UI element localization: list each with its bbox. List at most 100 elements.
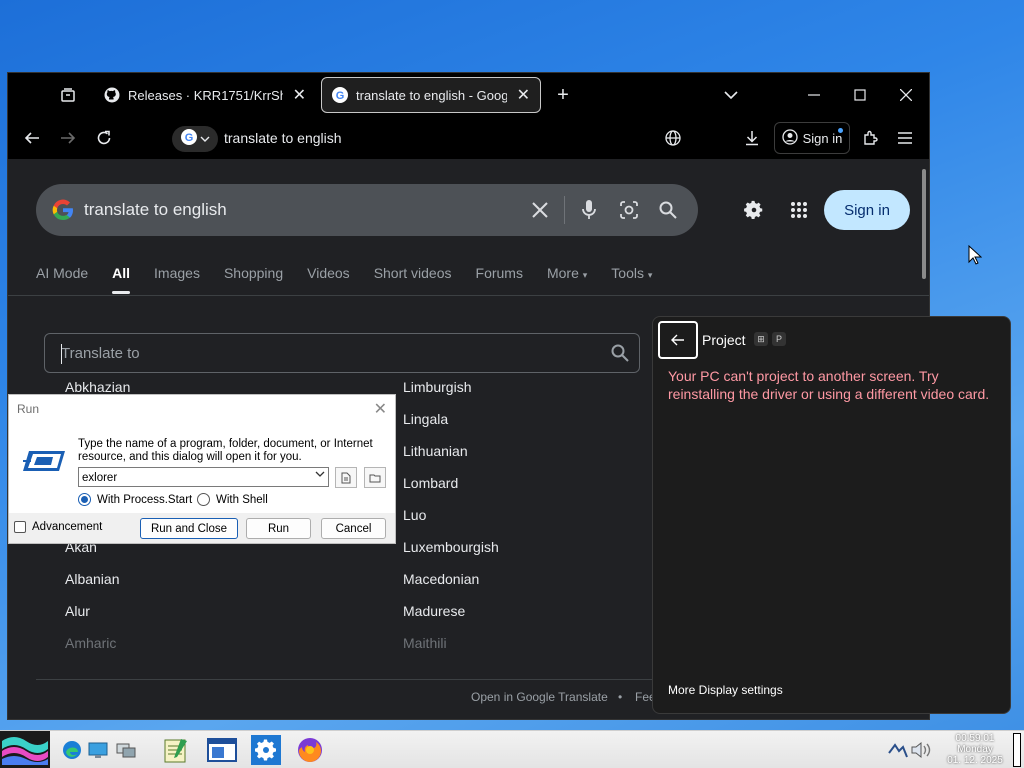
- address-bar[interactable]: translate to english: [224, 130, 342, 146]
- folder-icon[interactable]: [364, 467, 386, 488]
- translate-to-field[interactable]: [44, 333, 640, 373]
- tab-list-chevron-icon[interactable]: [716, 81, 746, 109]
- close-window-icon[interactable]: [891, 81, 921, 109]
- tab-releases[interactable]: Releases · KRR1751/KrrShell ✕: [94, 77, 316, 113]
- caret-down-icon: ▾: [647, 270, 653, 280]
- language-item[interactable]: Maithili: [403, 635, 447, 651]
- tab-forums[interactable]: Forums: [476, 265, 523, 295]
- run-and-close-button[interactable]: Run and Close: [140, 518, 238, 539]
- github-icon: [104, 87, 120, 103]
- radio-label: With Shell: [216, 493, 268, 506]
- open-field[interactable]: [78, 467, 329, 487]
- settings-icon[interactable]: [743, 199, 765, 226]
- back-icon[interactable]: [17, 123, 47, 153]
- google-signin-button[interactable]: Sign in: [824, 190, 910, 230]
- clear-icon[interactable]: [528, 198, 552, 222]
- language-item[interactable]: Lombard: [403, 475, 458, 491]
- tab-short-videos[interactable]: Short videos: [374, 265, 452, 295]
- network-icon[interactable]: [110, 734, 142, 766]
- lens-icon[interactable]: [617, 198, 641, 222]
- language-item[interactable]: Alur: [65, 603, 90, 619]
- tab-videos[interactable]: Videos: [307, 265, 350, 295]
- language-item[interactable]: Luo: [403, 507, 426, 523]
- browser-signin-button[interactable]: Sign in: [774, 122, 850, 154]
- language-item[interactable]: Lithuanian: [403, 443, 468, 459]
- search-query: translate to english: [84, 200, 227, 219]
- tab-all[interactable]: All: [112, 265, 130, 295]
- microphone-icon[interactable]: [577, 198, 601, 222]
- translate-page-icon[interactable]: [658, 123, 688, 153]
- language-item[interactable]: Luxembourgish: [403, 539, 499, 555]
- radio-button[interactable]: [197, 493, 210, 506]
- radio-button[interactable]: [78, 493, 91, 506]
- tab-images[interactable]: Images: [154, 265, 200, 295]
- language-item[interactable]: Madurese: [403, 603, 465, 619]
- download-icon[interactable]: [737, 123, 767, 153]
- cancel-button[interactable]: Cancel: [321, 518, 386, 539]
- account-icon: [781, 128, 798, 148]
- run-button[interactable]: Run: [246, 518, 311, 539]
- page-scrollbar[interactable]: [922, 169, 926, 279]
- more-display-settings-link[interactable]: More Display settings: [668, 683, 783, 697]
- language-item[interactable]: Albanian: [65, 571, 120, 587]
- mouse-cursor-icon: [968, 244, 983, 270]
- volume-icon[interactable]: [905, 734, 937, 766]
- run-description: Type the name of a program, folder, docu…: [78, 438, 373, 463]
- menu-icon[interactable]: [890, 123, 920, 153]
- translate-to-input[interactable]: [61, 343, 581, 363]
- search-box[interactable]: translate to english: [36, 184, 698, 236]
- document-icon[interactable]: [335, 467, 357, 488]
- browser-toolbar: G translate to english Sign in: [8, 117, 929, 159]
- advancement-checkbox[interactable]: Advancement: [14, 521, 102, 533]
- language-item[interactable]: Lingala: [403, 411, 448, 427]
- p-key-badge: P: [772, 332, 786, 346]
- firefox-icon[interactable]: [294, 734, 326, 766]
- minimize-icon[interactable]: [799, 81, 829, 109]
- close-icon[interactable]: ✕: [374, 399, 387, 419]
- show-desktop-button[interactable]: [1013, 733, 1021, 767]
- maximize-icon[interactable]: [845, 81, 875, 109]
- extensions-icon[interactable]: [855, 123, 885, 153]
- open-input[interactable]: [82, 470, 307, 485]
- notepad-icon[interactable]: [160, 734, 192, 766]
- system-clock[interactable]: 00:59:01 Monday 01. 12. 2025: [944, 733, 1006, 766]
- apps-grid-icon[interactable]: [790, 201, 808, 224]
- tab-ai-mode[interactable]: AI Mode: [36, 265, 88, 295]
- open-in-google-translate-link[interactable]: Open in Google Translate: [471, 690, 608, 704]
- checkbox[interactable]: [14, 521, 26, 533]
- language-item[interactable]: Limburgish: [403, 379, 471, 395]
- radio-process-start[interactable]: With Process.Start: [78, 493, 192, 506]
- forward-icon[interactable]: [53, 123, 83, 153]
- search-icon[interactable]: [656, 198, 680, 222]
- search-icon[interactable]: [611, 344, 629, 367]
- new-tab-button[interactable]: +: [548, 81, 578, 109]
- tab-more[interactable]: More ▾: [547, 265, 587, 295]
- run-app-icon: [21, 447, 69, 478]
- tab-bar: Releases · KRR1751/KrrShell ✕ G translat…: [8, 73, 929, 117]
- project-flyout: Project ⊞ P Your PC can't project to ano…: [652, 316, 1011, 714]
- close-tab-icon[interactable]: ✕: [517, 85, 530, 105]
- language-item[interactable]: Abkhazian: [65, 379, 130, 395]
- caret-down-icon: ▾: [582, 270, 588, 280]
- clock-time: 00:59:01: [955, 733, 995, 744]
- window-icon[interactable]: [206, 734, 238, 766]
- reload-icon[interactable]: [89, 123, 119, 153]
- run-titlebar[interactable]: Run ✕: [9, 395, 395, 423]
- close-tab-icon[interactable]: ✕: [293, 85, 306, 105]
- clock-date: 01. 12. 2025: [947, 755, 1003, 766]
- tab-google-search[interactable]: G translate to english - Google Se ✕: [321, 77, 541, 113]
- start-icon[interactable]: [0, 731, 50, 768]
- radio-with-shell[interactable]: With Shell: [197, 493, 268, 506]
- chevron-down-icon[interactable]: [315, 470, 325, 481]
- taskbar: 00:59:01 Monday 01. 12. 2025: [0, 730, 1024, 768]
- back-button[interactable]: [658, 321, 698, 359]
- tab-shopping[interactable]: Shopping: [224, 265, 283, 295]
- language-item[interactable]: Amharic: [65, 635, 116, 651]
- language-item[interactable]: Macedonian: [403, 571, 479, 587]
- settings-icon[interactable]: [250, 734, 282, 766]
- footer-bullet: •: [618, 690, 623, 704]
- tab-tools[interactable]: Tools ▾: [611, 265, 652, 295]
- site-info-chip[interactable]: G: [172, 126, 218, 152]
- signin-label: Sign in: [802, 130, 843, 146]
- tab-actions-icon[interactable]: [53, 81, 83, 109]
